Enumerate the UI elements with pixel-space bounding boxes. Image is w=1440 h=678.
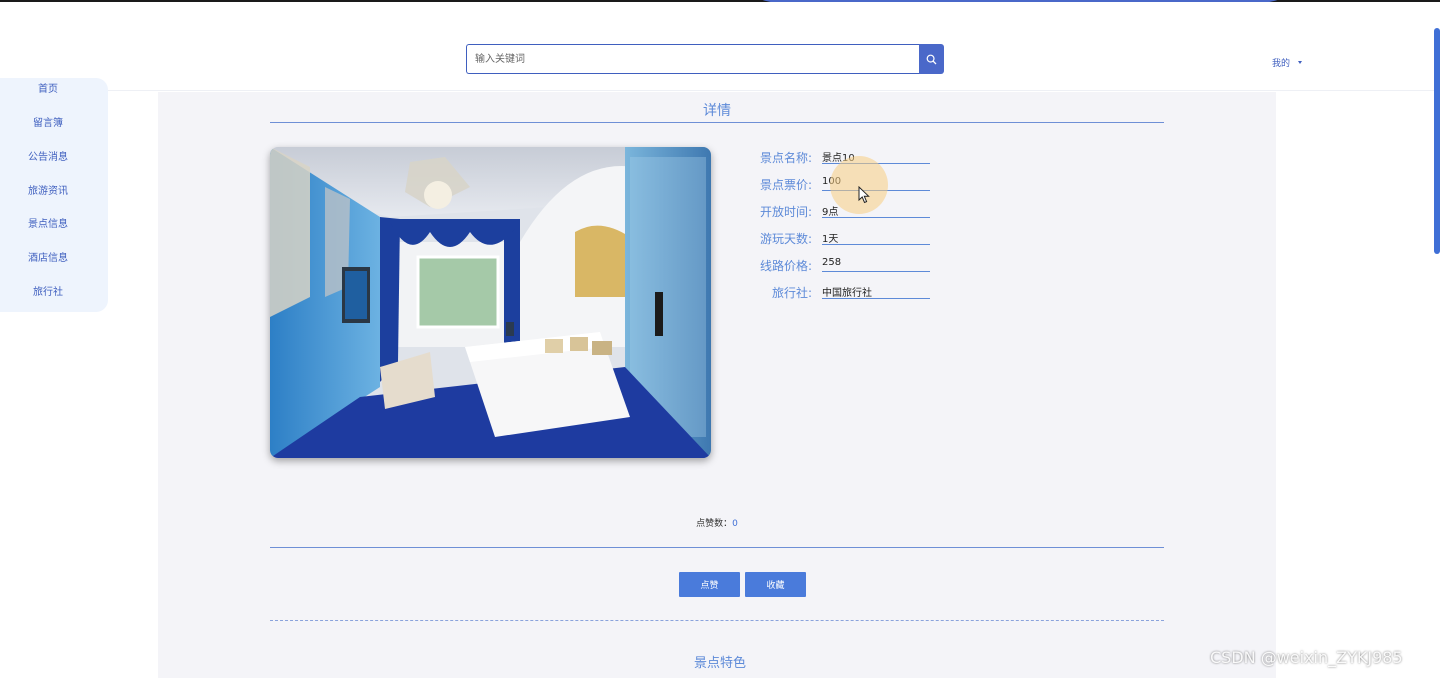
chevron-down-icon (1298, 61, 1303, 64)
section-divider (270, 547, 1164, 548)
header: 我的 (0, 2, 1440, 91)
sidebar: 首页 留言簿 公告消息 旅游资讯 景点信息 酒店信息 旅行社 (0, 78, 108, 312)
hotel-room-image (270, 147, 711, 458)
sidebar-item-guestbook[interactable]: 留言簿 (0, 114, 96, 129)
sidebar-item-home[interactable]: 首页 (0, 80, 96, 95)
user-menu[interactable]: 我的 (1272, 56, 1303, 69)
search-box (466, 44, 944, 74)
title-divider (270, 122, 1164, 123)
sidebar-item-announcements[interactable]: 公告消息 (0, 148, 96, 163)
field-label: 景点票价: (759, 178, 812, 192)
field-value: 中国旅行社 (822, 282, 930, 299)
dashed-divider (270, 620, 1164, 621)
field-label: 开放时间: (759, 205, 812, 219)
search-input[interactable] (466, 44, 920, 74)
page-scrollbar[interactable] (1434, 28, 1440, 254)
field-label: 景点名称: (759, 151, 812, 165)
field-open-time: 开放时间: 9点 (718, 201, 938, 223)
field-route-price: 线路价格: 258 (718, 255, 938, 277)
field-play-days: 游玩天数: 1天 (718, 228, 938, 250)
field-label: 旅行社: (771, 286, 812, 300)
sidebar-item-attractions[interactable]: 景点信息 (0, 215, 96, 230)
field-ticket-price: 景点票价: 100 (718, 174, 938, 196)
watermark: CSDN @weixin_ZYKJ985 (1210, 648, 1403, 667)
like-button[interactable]: 点赞 (679, 572, 740, 597)
attraction-photo (270, 147, 711, 458)
features-title: 景点特色 (693, 656, 746, 671)
sidebar-item-hotels[interactable]: 酒店信息 (0, 249, 96, 264)
sidebar-item-agencies[interactable]: 旅行社 (0, 283, 96, 298)
field-attraction-name: 景点名称: 景点10 (718, 147, 938, 169)
field-label: 游玩天数: (759, 232, 812, 246)
search-button[interactable] (919, 44, 944, 74)
collect-button[interactable]: 收藏 (745, 572, 806, 597)
field-value: 258 (822, 255, 930, 272)
sidebar-item-travel-news[interactable]: 旅游资讯 (0, 182, 96, 197)
field-label: 线路价格: (759, 259, 812, 273)
mouse-cursor-icon (858, 186, 870, 204)
page-title: 详情 (703, 103, 731, 119)
search-icon (926, 54, 937, 64)
user-menu-label: 我的 (1272, 59, 1291, 69)
field-value: 1天 (822, 228, 930, 245)
app-window: 我的 首页 留言簿 公告消息 旅游资讯 景点信息 酒店信息 旅行社 详情 (0, 0, 1440, 678)
field-travel-agency: 旅行社: 中国旅行社 (718, 282, 938, 304)
likes-number: 0 (732, 519, 738, 529)
likes-label: 点赞数： (696, 519, 733, 529)
detail-panel: 详情 景点名称: 景点10 景点票价: 开放时间: 9点 游玩天数: 1天 线路… (158, 92, 1276, 678)
likes-count: 点赞数：0 (158, 516, 1276, 529)
cursor-highlight (830, 156, 888, 214)
